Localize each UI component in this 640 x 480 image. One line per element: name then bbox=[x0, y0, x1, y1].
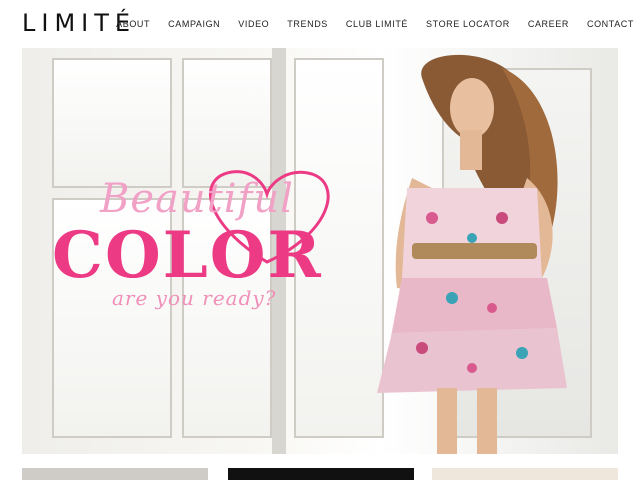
hero-headline-beautiful: Beautiful bbox=[100, 176, 294, 222]
hero-banner[interactable]: Beautiful COLOR are you ready? bbox=[22, 48, 618, 454]
nav-item-trends[interactable]: TRENDS bbox=[278, 19, 337, 29]
nav-item-club-limite[interactable]: CLUB LIMITÉ bbox=[337, 19, 417, 29]
nav-item-career[interactable]: CAREER bbox=[519, 19, 578, 29]
hero-tagline: are you ready? bbox=[112, 286, 277, 310]
nav-item-video[interactable]: VIDEO bbox=[229, 19, 278, 29]
site-header: LIMITÉ ABOUT CAMPAIGN VIDEO TRENDS CLUB … bbox=[0, 0, 640, 48]
model-photo bbox=[377, 54, 567, 454]
nav-item-store-locator[interactable]: STORE LOCATOR bbox=[417, 19, 519, 29]
window-pane bbox=[52, 58, 172, 188]
nav-item-about[interactable]: ABOUT bbox=[107, 19, 159, 29]
hero-headline-color: COLOR bbox=[52, 218, 323, 293]
nav-item-contact[interactable]: CONTACT bbox=[578, 19, 636, 29]
thumbnail-1[interactable] bbox=[22, 468, 208, 480]
nav-item-campaign[interactable]: CAMPAIGN bbox=[159, 19, 229, 29]
thumbnail-strip bbox=[0, 454, 640, 480]
main-nav: ABOUT CAMPAIGN VIDEO TRENDS CLUB LIMITÉ … bbox=[107, 19, 636, 29]
thumbnail-2[interactable] bbox=[228, 468, 414, 480]
thumbnail-3[interactable] bbox=[432, 468, 618, 480]
